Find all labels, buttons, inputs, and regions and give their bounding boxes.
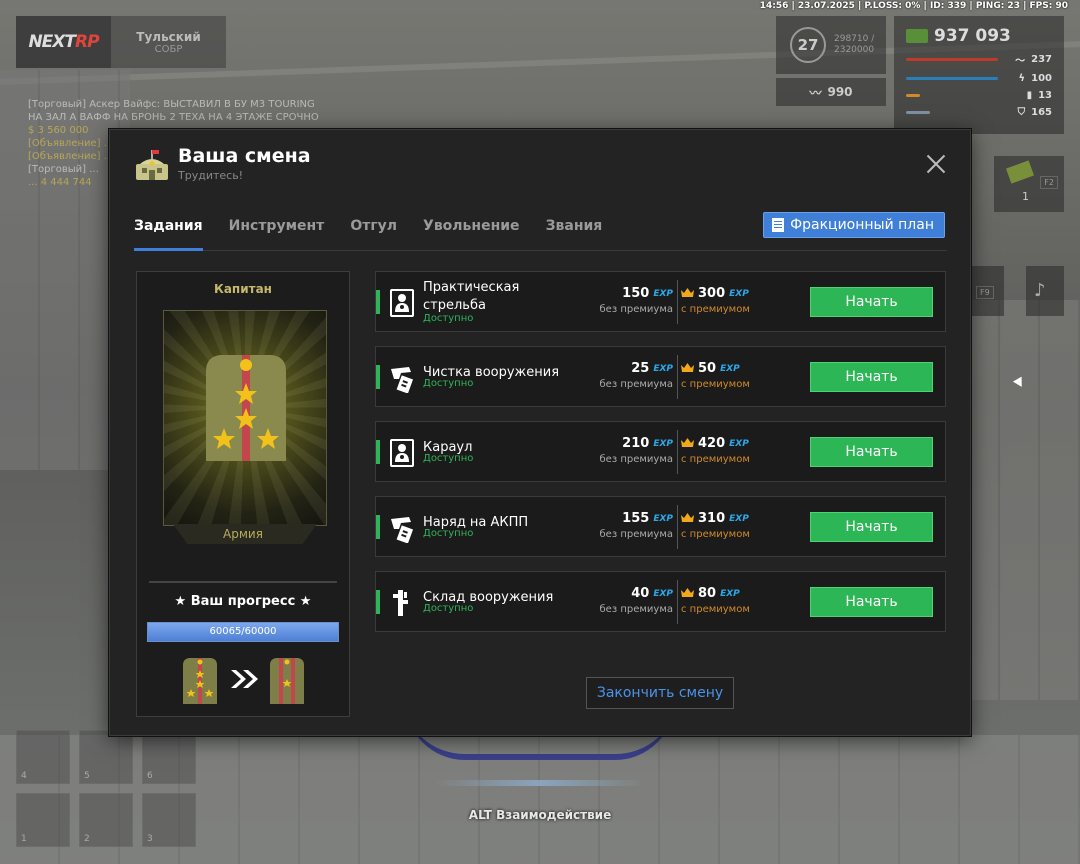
tab-day-off[interactable]: Отгул <box>350 210 397 251</box>
cash-icon <box>1005 160 1035 184</box>
crown-icon <box>681 436 694 451</box>
interaction-hint: ALT Взаимодействие <box>468 808 612 822</box>
task-status: Доступно <box>423 528 474 539</box>
task-status: Доступно <box>423 453 474 464</box>
tab-resignation[interactable]: Увольнение <box>423 210 520 251</box>
brand-panel: NEXT RP Тульский СОБР <box>16 16 226 68</box>
start-task-button[interactable]: Начать <box>810 587 933 617</box>
rank-card: Капитан Армия ★ Ваш прогресс ★ 60065/600… <box>136 271 350 717</box>
faction-name: Тульский СОБР <box>136 29 201 55</box>
exp-reward-premium: 80 EXP с премиумом <box>681 586 750 615</box>
close-button[interactable] <box>924 152 948 176</box>
notifications-button[interactable]: ♪ <box>1026 266 1064 316</box>
exp-current: 298710 / <box>834 34 875 44</box>
progress-label: ★ Ваш прогресс ★ <box>174 594 312 609</box>
exp-reward: 25 EXP без премиума <box>599 361 674 390</box>
task-name: Практическая стрельба <box>423 280 520 313</box>
task-row: Наряд на АКПП Доступно 155 EXP без премиума 3… <box>375 496 946 557</box>
dialog-title: Ваша смена <box>178 145 311 167</box>
tab-ranks[interactable]: Звания <box>546 210 603 251</box>
mustache-icon: 〰 <box>809 85 822 100</box>
weapon-storage-icon <box>389 588 415 618</box>
key-f2: F2 <box>1040 176 1058 189</box>
task-row: Склад вооружения Доступно 40 EXP без премиум… <box>375 571 946 632</box>
armor-icon: ⛉ <box>1017 107 1026 118</box>
crown-icon <box>681 361 694 376</box>
task-accent <box>376 440 380 464</box>
exp-reward-premium: 310 EXP с премиумом <box>681 511 750 540</box>
exp-reward: 155 EXP без премиума <box>599 511 674 540</box>
task-accent <box>376 290 380 314</box>
exp-max: 2320000 <box>834 45 875 55</box>
double-chevron-right-icon <box>231 670 258 688</box>
level-panel: 27 298710 / 2320000 <box>776 16 886 74</box>
level-badge: 27 <box>790 27 826 63</box>
current-rank-epaulet-icon <box>183 658 217 704</box>
exp-reward: 40 EXP без премиума <box>599 586 674 615</box>
tab-tasks[interactable]: Задания <box>134 210 203 251</box>
task-row: Чистка вооружения Доступно 25 EXP без премиу… <box>375 346 946 407</box>
document-icon <box>772 218 785 232</box>
exp-reward-premium: 50 EXP с премиумом <box>681 361 750 390</box>
secondary-value-panel: 〰 990 <box>776 78 886 106</box>
captain-epaulet-icon <box>206 355 286 461</box>
progress-text: 60065/60000 <box>209 626 277 637</box>
next-rank-epaulet-icon <box>270 658 304 704</box>
crown-icon <box>681 286 694 301</box>
start-task-button[interactable]: Начать <box>810 287 933 317</box>
food-icon: ▮ <box>1026 90 1033 101</box>
pistol-cleaning-icon <box>389 513 415 544</box>
task-status: Доступно <box>423 313 474 324</box>
hotbar-slot[interactable]: 5 <box>79 730 133 784</box>
f9-button[interactable]: F9 <box>972 266 1004 316</box>
money-panel: 937 093 〜 237 ϟ 100 ▮ 13 ⛉ 165 <box>894 16 1064 134</box>
hotbar-slot[interactable]: 6 <box>142 730 196 784</box>
task-list: Практическая стрельба Доступно 150 EXP без п… <box>375 271 946 646</box>
end-shift-button[interactable]: Закончить смену <box>586 677 734 709</box>
task-accent <box>376 365 380 389</box>
bell-icon: ♪ <box>1034 280 1046 301</box>
money-icon <box>906 29 928 43</box>
faction-plan-button[interactable]: Фракционный план <box>763 212 945 238</box>
start-task-button[interactable]: Начать <box>810 362 933 392</box>
start-task-button[interactable]: Начать <box>810 512 933 542</box>
heart-rate-icon: 〜 <box>1015 56 1026 67</box>
task-accent <box>376 515 380 539</box>
stamina-icon: ϟ <box>1018 73 1026 84</box>
rank-branch: Армия <box>223 527 263 541</box>
start-task-button[interactable]: Начать <box>810 437 933 467</box>
rank-name: Капитан <box>214 282 272 296</box>
task-status: Доступно <box>423 378 474 389</box>
task-row: Караул Доступно 210 EXP без премиума 420 EXP с … <box>375 421 946 482</box>
exp-reward-premium: 420 EXP с премиумом <box>681 436 750 465</box>
target-icon <box>389 438 415 468</box>
logo: NEXT RP <box>16 16 111 68</box>
rank-insignia-frame <box>163 310 327 526</box>
money-value: 937 093 <box>934 26 1011 46</box>
crown-icon <box>681 511 694 526</box>
headquarters-icon <box>136 150 168 180</box>
dialog-subtitle: Трудитесь! <box>178 169 244 182</box>
target-icon <box>389 288 415 318</box>
quick-slot-panel[interactable]: 1 F2 <box>994 156 1064 212</box>
task-status: Доступно <box>423 603 474 614</box>
exp-reward: 150 EXP без премиума <box>599 286 674 315</box>
status-line: 14:56 | 23.07.2025 | P.LOSS: 0% | ID: 33… <box>759 1 1068 11</box>
task-row: Практическая стрельба Доступно 150 EXP без п… <box>375 271 946 332</box>
pistol-cleaning-icon <box>389 363 415 394</box>
exp-reward: 210 EXP без премиума <box>599 436 674 465</box>
dialog-header: Ваша смена Трудитесь! <box>110 130 970 200</box>
exp-reward-premium: 300 EXP с премиумом <box>681 286 750 315</box>
crown-icon <box>681 586 694 601</box>
rank-progress-bar: 60065/60000 <box>147 622 339 642</box>
shift-dialog: Ваша смена Трудитесь! Задания Инструмент… <box>109 129 971 736</box>
task-accent <box>376 590 380 614</box>
tab-tools[interactable]: Инструмент <box>229 210 325 251</box>
hotbar-slot[interactable]: 4 <box>16 730 70 784</box>
